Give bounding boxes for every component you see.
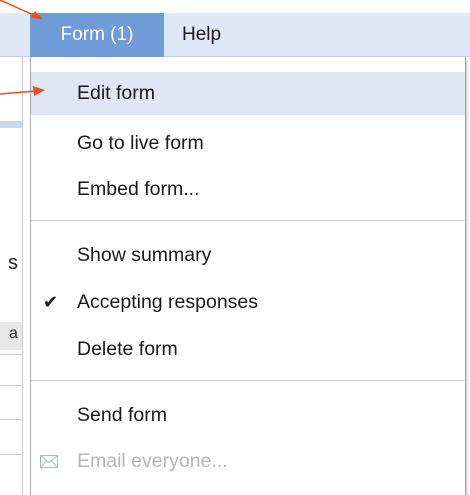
menu-item-email-everyone: Email everyone... (31, 440, 465, 483)
menu-help[interactable]: Help (182, 13, 221, 57)
sheet-glyph-a: a (9, 325, 18, 342)
checkmark-icon: ✔ (43, 292, 59, 312)
menu-item-delete-form[interactable]: Delete form (31, 328, 465, 371)
menu-item-show-summary[interactable]: Show summary (31, 234, 465, 277)
menu-item-send-form[interactable]: Send form (31, 394, 465, 437)
sheet-glyph-s: s (8, 252, 18, 274)
menu-separator (31, 220, 465, 221)
annotation-arrow-icon (0, 0, 43, 19)
menu-item-accepting-responses[interactable]: ✔ Accepting responses (31, 281, 465, 324)
background-sheet-fragment: s a (0, 57, 23, 495)
menu-separator (31, 380, 465, 381)
menu-item-edit-form[interactable]: Edit form (31, 72, 465, 115)
menu-item-embed-form[interactable]: Embed form... (31, 168, 465, 211)
annotation-arrow-icon (0, 86, 45, 96)
mail-icon (40, 455, 58, 468)
menu-item-go-to-live-form[interactable]: Go to live form (31, 122, 465, 165)
form-dropdown-menu: Edit form Go to live form Embed form... … (30, 57, 466, 495)
